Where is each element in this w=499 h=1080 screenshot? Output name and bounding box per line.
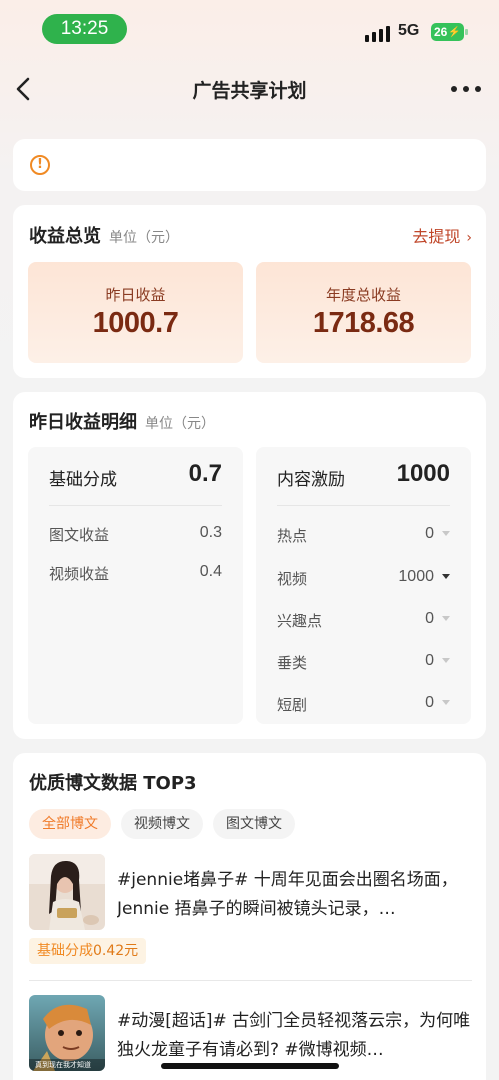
detail-title: 昨日收益明细 单位（元） [29, 408, 215, 434]
chevron-right-icon: › [466, 230, 472, 246]
annual-earnings-box[interactable]: 年度总收益 1718.68 [256, 262, 471, 363]
yesterday-earnings-box[interactable]: 昨日收益 1000.7 [28, 262, 243, 363]
earnings-overview-card: 收益总览 单位（元） 去提现 › 昨日收益 1000.7 年度总收益 1718.68 [13, 205, 486, 378]
row-value: 1000 [398, 568, 434, 585]
annual-earnings-label: 年度总收益 [325, 286, 401, 304]
battery-level: 26 [434, 25, 448, 39]
overview-unit: 单位（元） [109, 230, 179, 246]
dropdown-arrow-icon [442, 616, 450, 621]
post-thumbnail: 真到现在我才知道 [29, 995, 105, 1071]
status-time: 13:25 [42, 14, 127, 44]
nav-bar: 广告共享计划 [0, 66, 499, 112]
network-label: 5G [398, 22, 420, 39]
incentive-row-hot[interactable]: 热点 0 [277, 525, 450, 547]
post-text: #动漫[超话]# 古剑门全员轻视落云宗，为何唯独火龙童子有请必到? #微博视频… [117, 1011, 471, 1060]
home-indicator [161, 1063, 339, 1069]
tab-video-posts[interactable]: 视频博文 [121, 809, 203, 839]
row-label: 图文收益 [49, 526, 110, 544]
notice-card[interactable]: ! [13, 139, 486, 191]
top-posts-title: 优质博文数据 TOP3 [29, 773, 197, 794]
incentive-row-short-drama[interactable]: 短剧 0 [277, 694, 450, 716]
base-row-video: 视频收益 0.4 [49, 563, 222, 585]
more-icon[interactable] [451, 86, 481, 92]
tag-label: 基础分成 [37, 943, 93, 959]
row-label: 视频收益 [49, 565, 110, 583]
incentive-column: 内容激励 1000 热点 0 视频 1000 兴趣点 0 垂类 0 短剧 0 [256, 447, 471, 724]
page-title: 广告共享计划 [192, 80, 307, 102]
tag-value: 0.42元 [93, 943, 139, 959]
warning-icon: ! [30, 155, 50, 175]
withdraw-link[interactable]: 去提现 › [412, 223, 472, 247]
post-item[interactable]: #jennie堵鼻子# 十周年见面会出圈名场面，Jennie 捂鼻子的瞬间被镜头… [29, 854, 472, 974]
row-value: 0 [425, 694, 434, 711]
yesterday-earnings-value: 1000.7 [92, 307, 179, 339]
post-earning-tag: 基础分成0.42元 [29, 938, 147, 964]
row-value: 0.3 [199, 524, 222, 541]
post-thumbnail [29, 854, 105, 930]
status-bar: 13:25 5G 26 ⚡ [0, 0, 499, 60]
incentive-row-interest[interactable]: 兴趣点 0 [277, 610, 450, 632]
dropdown-arrow-icon [442, 574, 450, 579]
incentive-value: 1000 [396, 460, 450, 487]
row-value: 0 [425, 652, 434, 669]
incentive-row-video[interactable]: 视频 1000 [277, 568, 450, 590]
base-share-value: 0.7 [188, 460, 222, 487]
yesterday-detail-card: 昨日收益明细 单位（元） 基础分成 0.7 图文收益 0.3 视频收益 0.4 内… [13, 392, 486, 739]
tab-all-posts[interactable]: 全部博文 [29, 809, 111, 839]
dropdown-arrow-icon [442, 700, 450, 705]
dropdown-arrow-icon [442, 658, 450, 663]
row-label: 热点 [277, 527, 308, 545]
row-label: 视频 [277, 570, 308, 588]
incentive-row-vertical[interactable]: 垂类 0 [277, 652, 450, 674]
row-value: 0 [425, 525, 434, 542]
detail-unit: 单位（元） [145, 416, 215, 432]
incentive-label: 内容激励 [277, 470, 345, 490]
withdraw-label: 去提现 [412, 227, 461, 246]
battery-icon: 26 ⚡ [431, 23, 468, 41]
post-filter-tabs: 全部博文 视频博文 图文博文 [29, 809, 295, 839]
divider [29, 980, 472, 981]
thumbnail-caption: 真到现在我才知道 [35, 1061, 91, 1069]
row-label: 短剧 [277, 696, 308, 714]
top-posts-card: 优质博文数据 TOP3 全部博文 视频博文 图文博文 #jennie堵鼻子# 十… [13, 753, 486, 1080]
dropdown-arrow-icon [442, 531, 450, 536]
tab-image-posts[interactable]: 图文博文 [213, 809, 295, 839]
post-text: #jennie堵鼻子# 十周年见面会出圈名场面，Jennie 捂鼻子的瞬间被镜头… [117, 870, 458, 919]
overview-title: 收益总览 单位（元） [29, 222, 179, 248]
incentive-header: 内容激励 1000 [277, 460, 450, 506]
row-value: 0 [425, 610, 434, 627]
base-share-label: 基础分成 [49, 470, 117, 490]
base-share-column: 基础分成 0.7 图文收益 0.3 视频收益 0.4 [28, 447, 243, 724]
overview-title-text: 收益总览 [29, 226, 101, 247]
row-label: 垂类 [277, 654, 308, 672]
yesterday-earnings-label: 昨日收益 [105, 286, 166, 304]
detail-title-text: 昨日收益明细 [29, 412, 137, 433]
row-value: 0.4 [199, 563, 222, 580]
base-row-image: 图文收益 0.3 [49, 524, 222, 546]
row-label: 兴趣点 [277, 612, 323, 630]
base-share-header: 基础分成 0.7 [49, 460, 222, 506]
annual-earnings-value: 1718.68 [312, 307, 415, 339]
signal-icon [365, 24, 391, 42]
